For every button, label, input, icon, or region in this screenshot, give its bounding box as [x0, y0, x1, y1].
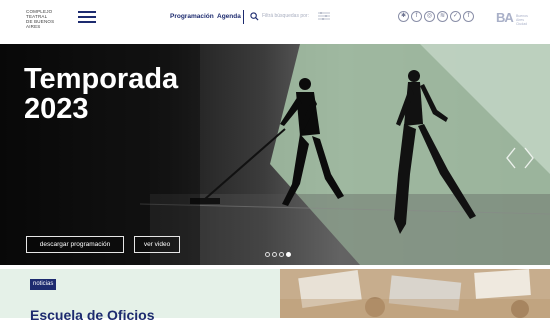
search-input[interactable]: Filtrá búsquedas por: — [262, 13, 309, 19]
ba-logo[interactable]: BA — [496, 10, 514, 25]
carousel-dot[interactable] — [272, 252, 277, 257]
watch-video-button[interactable]: ver video — [134, 236, 180, 253]
carousel-dot[interactable] — [279, 252, 284, 257]
news-headline[interactable]: Escuela de Oficios — [30, 307, 155, 323]
logo-line: AIRES — [26, 24, 41, 29]
nav-agenda[interactable]: Agenda — [217, 13, 241, 20]
news-image[interactable] — [280, 269, 550, 318]
twitter-icon[interactable]: ✓ — [450, 11, 461, 22]
hero-title: Temporada 2023 — [24, 64, 224, 124]
news-tag[interactable]: noticias — [30, 279, 57, 290]
hero-title-line: 2023 — [24, 93, 89, 125]
carousel-dot-active[interactable] — [286, 252, 291, 257]
hero-carousel[interactable]: Temporada 2023 descargar programación ve… — [0, 44, 550, 265]
nav-programacion[interactable]: Programación — [170, 13, 214, 20]
facebook-icon[interactable]: f — [463, 11, 474, 22]
site-icon[interactable]: ✱ — [398, 11, 409, 22]
menu-icon[interactable] — [78, 11, 96, 23]
spotify-icon[interactable]: ≋ — [437, 11, 448, 22]
search-icon[interactable] — [250, 12, 259, 21]
instagram-icon[interactable]: ◎ — [424, 11, 435, 22]
site-header: COMPLEJO TEATRAL DE BUENOS AIRES Program… — [0, 0, 550, 40]
news-photo — [280, 269, 550, 318]
facebook-icon[interactable]: f — [411, 11, 422, 22]
hero-title-line: Temporada — [24, 63, 179, 95]
carousel-next-icon[interactable] — [505, 144, 535, 172]
filter-icon[interactable] — [318, 12, 330, 20]
complejo-teatral-logo[interactable]: COMPLEJO TEATRAL DE BUENOS AIRES — [26, 9, 66, 29]
download-program-button[interactable]: descargar programación — [26, 236, 124, 253]
ba-logo-subtitle: Buenos Aires Ciudad — [516, 14, 528, 26]
nav-divider — [243, 10, 244, 24]
carousel-dot[interactable] — [265, 252, 270, 257]
carousel-dots — [265, 252, 291, 258]
